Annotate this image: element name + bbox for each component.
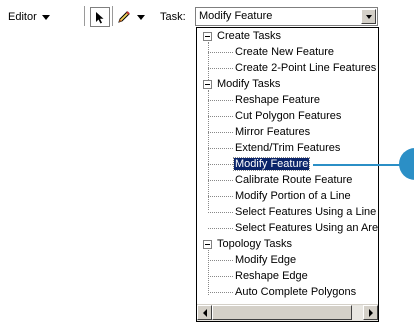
sketch-tool-button[interactable] [116, 7, 145, 27]
tree-connector [208, 250, 209, 295]
tree-connector [208, 228, 233, 229]
toolbar-separator [84, 6, 88, 26]
tree-group-create-tasks[interactable]: Create Tasks [217, 28, 281, 44]
tree-connector [208, 132, 233, 133]
arrow-right-icon [368, 308, 373, 317]
tree-node-label: Select Features Using an Area [235, 222, 379, 234]
callout-line [313, 164, 401, 166]
tree-node-label: Modify Portion of a Line [235, 190, 351, 202]
tree-connector [208, 260, 233, 261]
tree-node-label: Select Features Using a Line [235, 206, 377, 218]
tree-item-modify-feature[interactable]: Modify Feature [232, 156, 311, 172]
tree-connector [208, 100, 233, 101]
tree-item-reshape-feature[interactable]: Reshape Feature [235, 92, 320, 108]
tree-item-modify-portion-of-a-line[interactable]: Modify Portion of a Line [235, 188, 351, 204]
collapse-icon[interactable] [203, 32, 212, 41]
collapse-icon[interactable] [203, 240, 212, 249]
task-dropdown-button[interactable] [361, 9, 376, 24]
collapse-icon[interactable] [203, 80, 212, 89]
tree-node-label: Modify Edge [235, 254, 297, 266]
tree-node-label: Create New Feature [235, 46, 335, 58]
tree-node-label: Cut Polygon Features [235, 110, 342, 122]
tree-node-label: Modify Tasks [217, 78, 281, 90]
tree-item-select-features-using-a-line[interactable]: Select Features Using a Line [235, 204, 376, 220]
scrollbar-thumb[interactable] [212, 305, 352, 320]
arrow-pointer-icon [96, 11, 104, 23]
tree-connector [208, 68, 233, 69]
tree-connector [208, 212, 233, 213]
tree-connector [208, 292, 233, 293]
scroll-left-button[interactable] [197, 305, 212, 320]
tree-connector [208, 148, 233, 149]
tree-connector [208, 52, 233, 53]
tree-node-label: Auto Complete Polygons [235, 286, 357, 298]
tree-item-select-features-using-an-area[interactable]: Select Features Using an Area [235, 220, 379, 236]
tree-group-topology-tasks[interactable]: Topology Tasks [217, 236, 292, 252]
tree-item-cut-polygon-features[interactable]: Cut Polygon Features [235, 108, 341, 124]
scroll-right-button[interactable] [363, 305, 378, 320]
tree-item-create-2-point-line-features[interactable]: Create 2-Point Line Features [235, 60, 376, 76]
tree-item-auto-complete-polygons[interactable]: Auto Complete Polygons [235, 284, 356, 300]
tree-node-label: Topology Tasks [217, 238, 293, 250]
tree-node-label: Reshape Feature [235, 94, 320, 106]
task-dropdown-value: Modify Feature [199, 10, 273, 22]
tree-connector [208, 276, 233, 277]
task-tree-list: Create Tasks Create New Feature Create 2… [196, 27, 379, 322]
chevron-down-icon [365, 14, 372, 19]
editor-menu-button[interactable]: Editor [5, 8, 53, 26]
tree-item-mirror-features[interactable]: Mirror Features [235, 124, 310, 140]
pencil-icon [118, 11, 130, 23]
tree-connector [208, 164, 233, 165]
tree-item-create-new-feature[interactable]: Create New Feature [235, 44, 334, 60]
tree-node-label: Create 2-Point Line Features [235, 62, 377, 74]
tree-item-reshape-edge[interactable]: Reshape Edge [235, 268, 308, 284]
tree-node-label: Calibrate Route Feature [235, 174, 353, 186]
editor-menu-label: Editor [8, 11, 37, 23]
horizontal-scrollbar[interactable] [197, 304, 378, 321]
tree-node-label: Extend/Trim Features [235, 142, 341, 154]
tree-connector [208, 196, 233, 197]
tree-connector [208, 90, 209, 210]
task-dropdown[interactable]: Modify Feature [195, 7, 378, 26]
tree-node-label: Create Tasks [217, 30, 281, 42]
tree-node-label: Reshape Edge [235, 270, 308, 282]
tree-connector [208, 116, 233, 117]
tree-connector [208, 180, 233, 181]
tree-connector [208, 42, 209, 82]
tree-node-label: Modify Feature [232, 157, 311, 171]
tree-item-modify-edge[interactable]: Modify Edge [235, 252, 296, 268]
tree-item-extend-trim-features[interactable]: Extend/Trim Features [235, 140, 340, 156]
arrow-left-icon [202, 308, 207, 317]
tree-group-modify-tasks[interactable]: Modify Tasks [217, 76, 280, 92]
tree-node-label: Mirror Features [235, 126, 311, 138]
chevron-down-icon [137, 14, 145, 20]
chevron-down-icon [41, 14, 50, 20]
task-label: Task: [160, 11, 186, 23]
edit-tool-button[interactable] [90, 7, 110, 27]
tree-item-calibrate-route-feature[interactable]: Calibrate Route Feature [235, 172, 352, 188]
callout-badge [399, 148, 414, 180]
